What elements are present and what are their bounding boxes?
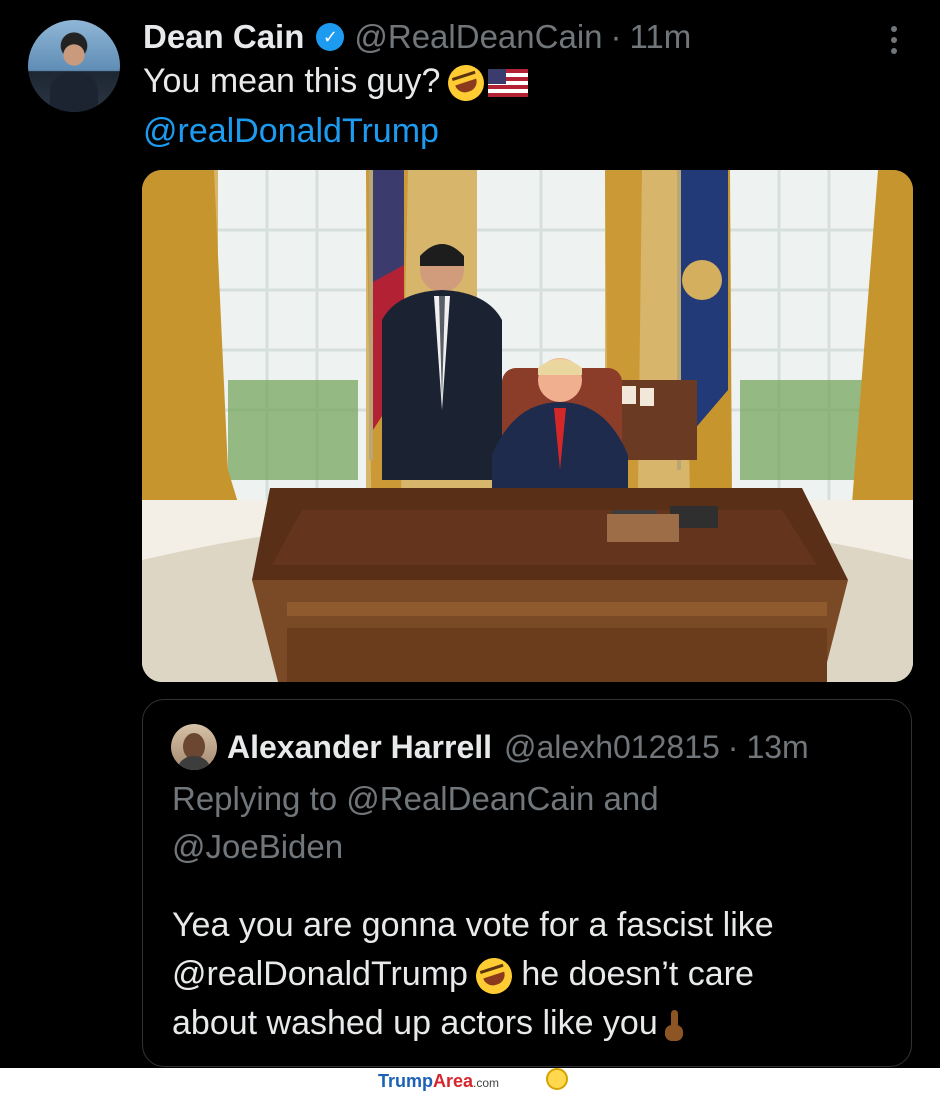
author-name[interactable]: Dean Cain [143,18,304,56]
quoted-tweet-text-line: @realDonaldTrump he doesn’t care [172,953,754,999]
tweet-header: Dean Cain ✓ @RealDeanCain · 11m [143,16,691,58]
quoted-tweet-header: Alexander Harrell @alexh012815 · 13m [227,727,809,767]
rolling-laugh-emoji-icon [471,953,517,999]
more-dot [891,48,897,54]
header-separator: · [610,18,622,55]
rolling-laugh-emoji-icon [443,60,490,106]
site-watermark: TrumpArea.com [378,1072,499,1092]
quoted-tweet[interactable]: Alexander Harrell @alexh012815 · 13m Rep… [142,699,912,1067]
more-options-icon[interactable] [886,26,902,54]
more-dot [891,37,897,43]
quoted-tweet-text: about washed up actors like you [172,1004,658,1042]
quoted-author-handle[interactable]: @alexh012815 [504,729,720,766]
watermark-footer: TrumpArea.com [0,1068,940,1093]
tweet-text: You mean this guy? [143,62,441,100]
author-avatar[interactable] [28,20,120,112]
us-flag-emoji-icon [488,69,529,98]
tweet-photo[interactable] [142,170,913,682]
quoted-author-name[interactable]: Alexander Harrell [227,729,492,766]
tweet-card[interactable]: Dean Cain ✓ @RealDeanCain · 11m You mean… [0,0,940,1068]
quoted-tweet-mention[interactable]: @realDonaldTrump [172,955,468,993]
reply-context-line: Replying to @RealDeanCain and [172,780,659,817]
reply-context-line: @JoeBiden [172,828,344,865]
quoted-tweet-time[interactable]: 13m [746,729,808,766]
tweet-time[interactable]: 11m [630,18,692,56]
quoted-tweet-text-line: about washed up actors like you [172,1004,684,1043]
quoted-header-separator: · [727,728,739,765]
watermark-part: Trump [378,1071,434,1091]
quoted-tweet-text-line: Yea you are gonna vote for a fascist lik… [172,906,774,944]
tweet-mention[interactable]: @realDonaldTrump [143,112,439,151]
site-logo-icon [546,1068,568,1090]
tweet-text-line: You mean this guy? [143,60,529,106]
author-handle[interactable]: @RealDeanCain [354,18,602,56]
verified-badge-icon: ✓ [316,23,345,51]
watermark-part: .com [473,1076,500,1090]
quoted-author-avatar[interactable] [171,724,217,770]
quoted-tweet-text: he doesn’t care [521,955,754,993]
watermark-part: Area [433,1071,474,1091]
more-dot [891,26,897,32]
hand-gesture-emoji-icon [664,1009,684,1041]
